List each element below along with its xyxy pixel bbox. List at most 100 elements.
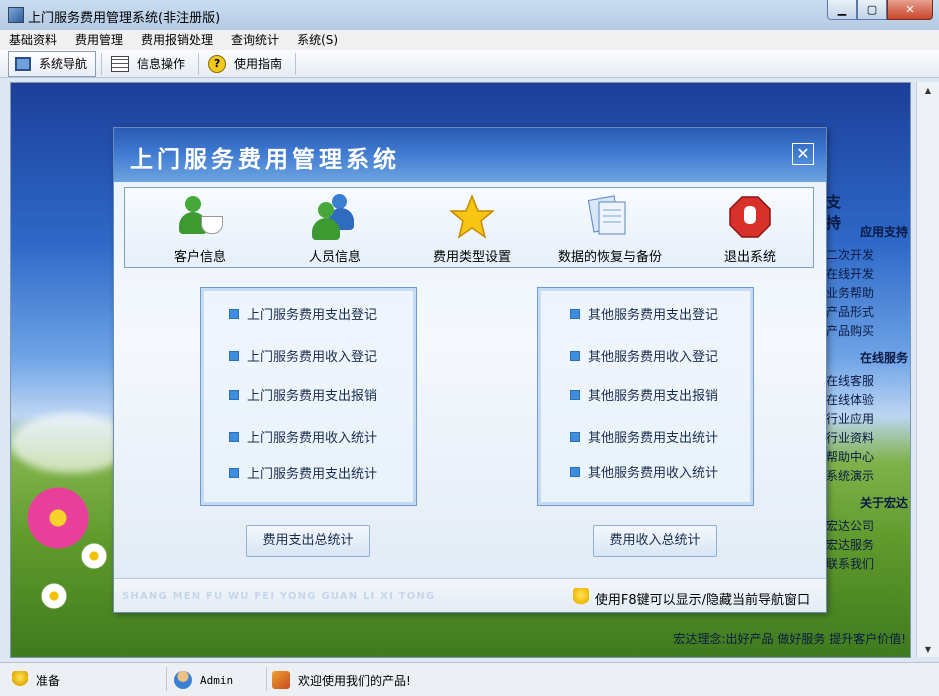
toolbar-user-guide-button[interactable]: ? 使用指南 xyxy=(202,52,290,76)
support-link[interactable]: 二次开发 xyxy=(826,246,908,265)
menu-bar: 基础资料 费用管理 费用报销处理 查询统计 系统(S) xyxy=(0,30,939,50)
customer-info-button[interactable]: 客户信息 xyxy=(135,194,265,265)
dialog-title: 上门服务费用管理系统 xyxy=(130,147,400,173)
pink-flower-decoration xyxy=(23,483,93,553)
support-link[interactable]: 行业资料 xyxy=(826,429,908,448)
onsite-service-panel: 上门服务费用支出登记 上门服务费用收入登记 上门服务费用支出报销 上门服务费用收… xyxy=(200,287,417,506)
bullet-icon xyxy=(570,308,580,319)
expense-type-settings-button[interactable]: 费用类型设置 xyxy=(407,193,537,265)
expense-total-statistics-button[interactable]: 费用支出总统计 xyxy=(246,525,370,557)
navigation-dialog: 上门服务费用管理系统 ✕ 客户信息 人员信息 费用类型设置 数据的恢复与备份 退… xyxy=(113,127,827,613)
status-divider xyxy=(166,667,167,691)
scroll-down-icon[interactable]: ▼ xyxy=(917,641,939,657)
support-title: 支持 xyxy=(826,193,842,232)
icon-label: 人员信息 xyxy=(308,250,361,265)
bullet-icon xyxy=(229,308,239,319)
menu-system[interactable]: 系统(S) xyxy=(288,30,347,50)
support-link[interactable]: 行业应用 xyxy=(826,410,908,429)
support-link[interactable]: 宏达公司 xyxy=(826,517,908,536)
data-restore-backup-button[interactable]: 数据的恢复与备份 xyxy=(545,194,675,265)
status-message-cell: 欢迎使用我们的产品! xyxy=(272,669,411,691)
bullet-icon xyxy=(570,350,580,361)
app-icon xyxy=(8,7,24,23)
bullet-icon xyxy=(570,466,580,477)
other-expense-statistics-link[interactable]: 其他服务费用支出统计 xyxy=(570,427,718,446)
onsite-expense-register-link[interactable]: 上门服务费用支出登记 xyxy=(229,304,377,323)
pinyin-watermark: SHANG MEN FU WU FEI YONG GUAN LI XI TONG xyxy=(122,591,436,602)
toolbar-separator xyxy=(101,52,103,75)
support-link[interactable]: 产品形式 xyxy=(826,303,908,322)
maximize-button[interactable]: ▢ xyxy=(857,0,887,20)
other-expense-register-link[interactable]: 其他服务费用支出登记 xyxy=(570,304,718,323)
dialog-header: 上门服务费用管理系统 ✕ xyxy=(114,128,826,182)
toolbar-label: 系统导航 xyxy=(39,57,88,71)
lightbulb-icon xyxy=(572,588,589,608)
toolbar-info-operation-button[interactable]: 信息操作 xyxy=(105,52,193,76)
support-link[interactable]: 宏达服务 xyxy=(826,536,908,555)
support-link[interactable]: 在线开发 xyxy=(826,265,908,284)
icon-label: 数据的恢复与备份 xyxy=(557,250,662,265)
other-expense-reimburse-link[interactable]: 其他服务费用支出报销 xyxy=(570,385,718,404)
icon-label: 退出系统 xyxy=(723,250,776,265)
toolbar-separator xyxy=(198,52,200,75)
toolbar-label: 信息操作 xyxy=(137,57,186,71)
support-link[interactable]: 在线客服 xyxy=(826,372,908,391)
section-heading: 关于宏达 xyxy=(859,496,908,510)
bullet-icon xyxy=(229,431,239,442)
user-name: Admin xyxy=(200,673,234,687)
staff-info-button[interactable]: 人员信息 xyxy=(270,194,400,265)
quick-icon-bar: 客户信息 人员信息 费用类型设置 数据的恢复与备份 退出系统 xyxy=(124,187,814,268)
close-button[interactable]: ✕ xyxy=(887,0,933,20)
star-icon xyxy=(448,193,496,240)
customer-coffee-icon xyxy=(177,194,223,240)
support-link[interactable]: 联系我们 xyxy=(826,555,908,574)
support-links-column: 支持 应用支持 二次开发 在线开发 业务帮助 产品形式 产品购买 在线服务 在线… xyxy=(826,193,908,574)
bullet-icon xyxy=(570,431,580,442)
onsite-expense-statistics-link[interactable]: 上门服务费用支出统计 xyxy=(229,463,377,482)
section-heading: 在线服务 xyxy=(859,351,908,365)
documents-icon xyxy=(587,194,633,240)
scroll-up-icon[interactable]: ▲ xyxy=(917,82,939,98)
support-link[interactable]: 业务帮助 xyxy=(826,284,908,303)
income-total-statistics-button[interactable]: 费用收入总统计 xyxy=(593,525,717,557)
dialog-footer: SHANG MEN FU WU FEI YONG GUAN LI XI TONG… xyxy=(114,578,826,612)
monitor-icon xyxy=(15,56,31,71)
status-text: 准备 xyxy=(36,673,61,688)
company-motto: 宏达理念:出好产品 做好服务 提升客户价值! xyxy=(673,632,906,646)
support-link[interactable]: 系统演示 xyxy=(826,467,908,486)
other-service-panel: 其他服务费用支出登记 其他服务费用收入登记 其他服务费用支出报销 其他服务费用支… xyxy=(537,287,754,506)
bullet-icon xyxy=(229,389,239,400)
f8-tip-text: 使用F8键可以显示/隐藏当前导航窗口 xyxy=(594,592,810,608)
daisy-decoration xyxy=(41,583,67,609)
support-link[interactable]: 在线体验 xyxy=(826,391,908,410)
toolbar-separator xyxy=(295,52,297,75)
user-icon xyxy=(174,671,192,689)
dialog-close-button[interactable]: ✕ xyxy=(792,143,814,165)
menu-reimbursement[interactable]: 费用报销处理 xyxy=(132,30,222,50)
status-message: 欢迎使用我们的产品! xyxy=(298,673,411,688)
toolbar: 系统导航 信息操作 ? 使用指南 xyxy=(0,50,939,78)
help-icon: ? xyxy=(208,54,227,73)
window-controls: ▁ ▢ ✕ xyxy=(827,0,933,20)
menu-query-statistics[interactable]: 查询统计 xyxy=(222,30,288,50)
onsite-expense-reimburse-link[interactable]: 上门服务费用支出报销 xyxy=(229,385,377,404)
icon-label: 费用类型设置 xyxy=(432,250,511,265)
status-bar: 准备 Admin 欢迎使用我们的产品! xyxy=(0,662,939,696)
bullet-icon xyxy=(229,350,239,361)
other-income-register-link[interactable]: 其他服务费用收入登记 xyxy=(570,346,718,365)
menu-expense-management[interactable]: 费用管理 xyxy=(66,30,132,50)
bullet-icon xyxy=(229,467,239,478)
grid-icon xyxy=(111,55,130,72)
support-link[interactable]: 产品购买 xyxy=(826,322,908,341)
vertical-scrollbar[interactable]: ▲ ▼ xyxy=(916,82,939,657)
status-divider xyxy=(266,667,267,691)
toolbar-system-navigation-button[interactable]: 系统导航 xyxy=(8,50,97,77)
support-link[interactable]: 帮助中心 xyxy=(826,448,908,467)
bullet-icon xyxy=(570,389,580,400)
onsite-income-statistics-link[interactable]: 上门服务费用收入统计 xyxy=(229,427,377,446)
onsite-income-register-link[interactable]: 上门服务费用收入登记 xyxy=(229,346,377,365)
exit-system-button[interactable]: 退出系统 xyxy=(685,194,815,265)
menu-basic-data[interactable]: 基础资料 xyxy=(0,30,66,50)
other-income-statistics-link[interactable]: 其他服务费用收入统计 xyxy=(570,462,718,481)
minimize-button[interactable]: ▁ xyxy=(827,0,857,20)
